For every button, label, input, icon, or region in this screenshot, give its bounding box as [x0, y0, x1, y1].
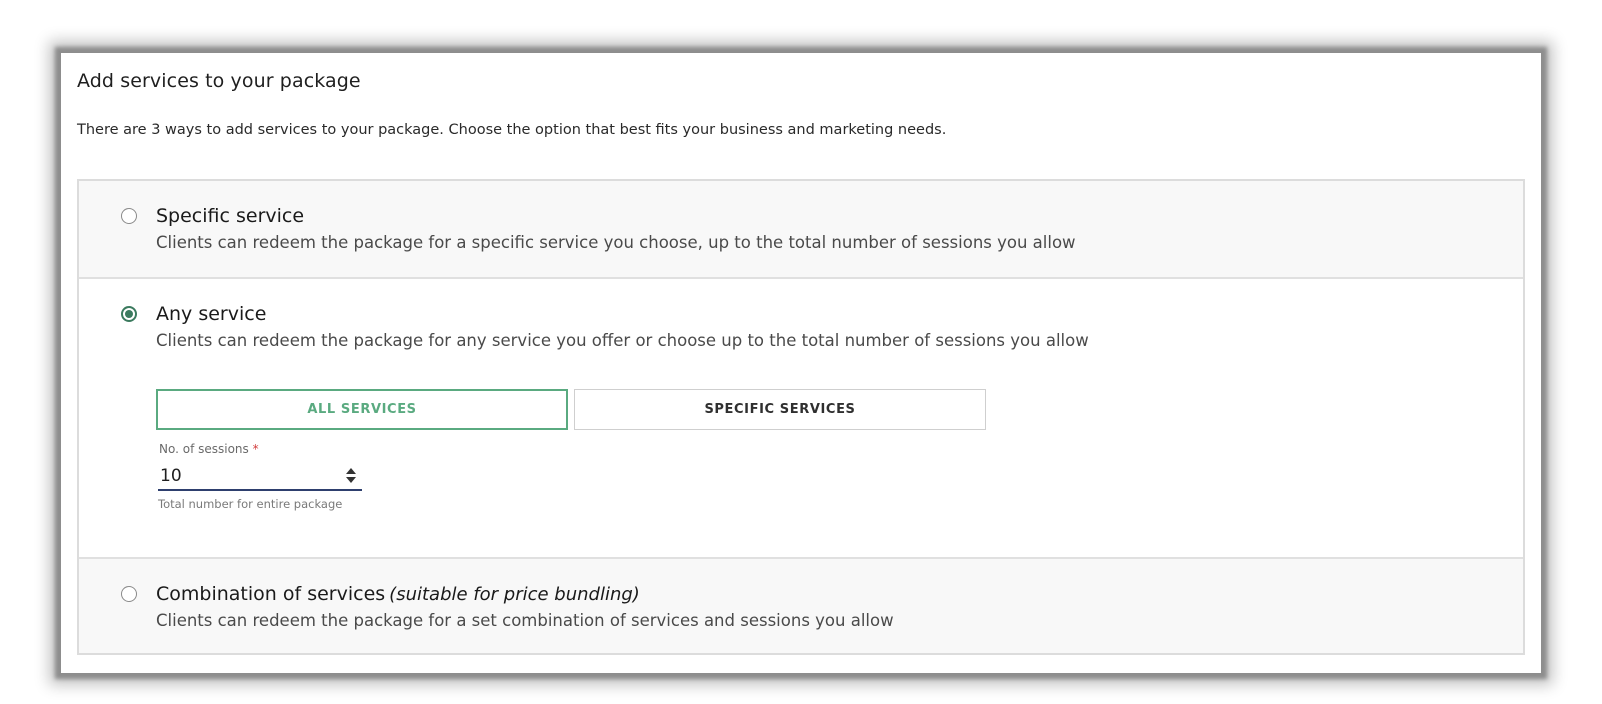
sessions-helper-text: Total number for entire package [158, 497, 343, 511]
sessions-label-text: No. of sessions [159, 442, 249, 456]
panel-title: Add services to your package [77, 70, 361, 92]
option-description: Clients can redeem the package for a set… [156, 611, 894, 630]
stepper-down-icon[interactable] [346, 477, 356, 483]
specific-services-button[interactable]: SPECIFIC SERVICES [574, 389, 986, 430]
option-title-row: Combination of services (suitable for pri… [156, 583, 640, 605]
service-options-group: Specific service Clients can redeem the … [77, 179, 1525, 655]
radio-any-service[interactable] [121, 306, 137, 322]
sessions-number-input[interactable]: 10 [158, 463, 362, 491]
sessions-label: No. of sessions * [159, 442, 259, 456]
radio-combination-of-services[interactable] [121, 586, 137, 602]
option-combination-of-services[interactable]: Combination of services (suitable for pri… [79, 557, 1523, 653]
option-any-service[interactable]: Any service Clients can redeem the packa… [79, 277, 1523, 557]
option-specific-service[interactable]: Specific service Clients can redeem the … [79, 181, 1523, 277]
sessions-input-value[interactable]: 10 [160, 466, 182, 486]
option-title: Specific service [156, 205, 305, 227]
option-description: Clients can redeem the package for a spe… [156, 233, 1076, 252]
option-description: Clients can redeem the package for any s… [156, 331, 1089, 350]
radio-specific-service[interactable] [121, 208, 137, 224]
add-services-panel: Add services to your package There are 3… [61, 53, 1541, 673]
panel-intro: There are 3 ways to add services to your… [77, 122, 947, 138]
option-title: Combination of services [156, 583, 386, 605]
stepper-up-icon[interactable] [346, 468, 356, 474]
required-marker: * [252, 442, 259, 456]
all-services-button[interactable]: ALL SERVICES [156, 389, 568, 430]
option-title-note: (suitable for price bundling) [389, 584, 640, 605]
option-title: Any service [156, 303, 267, 325]
number-stepper[interactable] [344, 466, 358, 486]
